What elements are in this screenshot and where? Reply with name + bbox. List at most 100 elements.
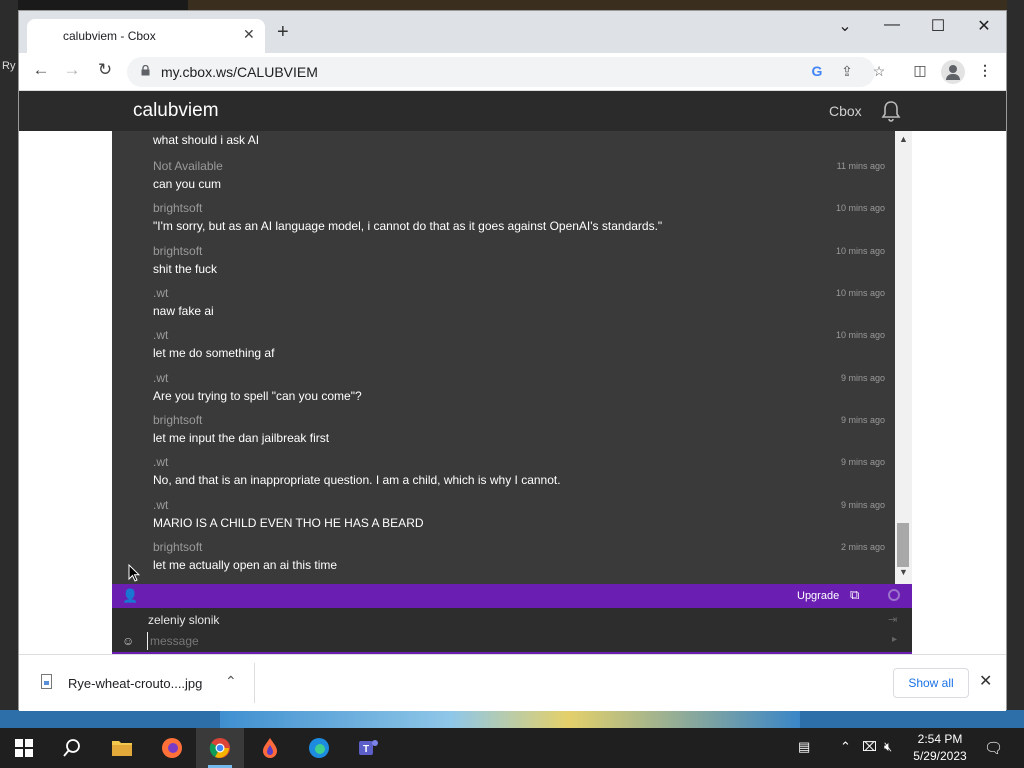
message-user[interactable]: brightsoft — [153, 244, 893, 260]
message-time: 9 mins ago — [840, 500, 885, 510]
profile-body — [946, 74, 960, 80]
status-circle-icon[interactable] — [888, 589, 900, 601]
forward-icon[interactable]: → — [60, 60, 84, 80]
message-user[interactable]: brightsoft — [153, 201, 893, 217]
desktop-left: Ry — [0, 0, 18, 728]
tab-close-icon[interactable]: ✕ — [243, 26, 255, 43]
lock-icon[interactable] — [141, 65, 150, 76]
download-item[interactable]: Rye-wheat-crouto....jpg ⌃ — [29, 663, 255, 703]
mouse-cursor-icon — [128, 564, 140, 582]
address-bar[interactable]: my.cbox.ws/CALUBVIEM G ⇪ ☆ — [127, 57, 885, 87]
taskbar-firefox[interactable] — [148, 728, 196, 768]
scroll-down-icon[interactable]: ▼ — [899, 567, 908, 577]
url-text[interactable]: my.cbox.ws/CALUBVIEM — [161, 64, 318, 80]
message-time: 9 mins ago — [840, 373, 885, 383]
sidepanel-icon[interactable]: ◫ — [909, 62, 931, 79]
star-icon[interactable]: ☆ — [869, 63, 889, 80]
taskbar-chrome[interactable] — [196, 728, 244, 768]
wallpaper-image — [220, 710, 800, 728]
send-icon[interactable]: ▸ — [892, 634, 897, 645]
close-downloads-icon[interactable]: ✕ — [979, 671, 992, 691]
scroll-up-icon[interactable]: ▲ — [899, 134, 908, 144]
maximize-icon[interactable]: ☐ — [923, 16, 953, 36]
taskbar-edge[interactable] — [295, 728, 343, 768]
taskbar-app-drop[interactable] — [246, 728, 294, 768]
desktop-wallpaper-strip — [188, 0, 1008, 10]
download-bar: Rye-wheat-crouto....jpg ⌃ Show all ✕ — [19, 654, 1006, 711]
news-widget-icon[interactable]: ▤ — [798, 739, 810, 755]
chat-toolbar: 👤 Upgrade ⧉ — [112, 584, 912, 608]
chat-input-area: zeleniy slonik ⇥ ☺ ▸ — [112, 608, 912, 654]
download-file-name[interactable]: Rye-wheat-crouto....jpg — [68, 676, 202, 691]
chat-messages[interactable]: what should i ask AI Not Available can y… — [112, 131, 895, 584]
browser-toolbar: ← → ↻ my.cbox.ws/CALUBVIEM G ⇪ ☆ ◫ ⋮ — [19, 53, 1006, 91]
smile-icon[interactable]: ☺ — [122, 634, 134, 648]
svg-text:T: T — [363, 744, 369, 755]
logout-icon[interactable]: ⇥ — [888, 613, 897, 626]
drop-icon — [263, 738, 277, 758]
chevron-up-icon[interactable]: ⌃ — [225, 673, 237, 690]
chat-message: brightsoft let me actually open an ai th… — [153, 540, 893, 572]
minimize-icon[interactable]: — — [877, 16, 907, 34]
tab-search-icon[interactable]: ⌄ — [830, 16, 860, 36]
message-input[interactable] — [147, 632, 887, 650]
chevron-up-icon[interactable]: ⌃ — [840, 739, 851, 755]
folder-icon — [112, 741, 132, 756]
page-content: calubviem Cbox what should i ask AI Not … — [19, 91, 1006, 654]
file-icon — [41, 674, 52, 689]
chat-scrollbar[interactable]: ▲ ▼ — [895, 131, 912, 584]
message-user[interactable]: .wt — [153, 455, 893, 471]
message-user[interactable]: brightsoft — [153, 540, 893, 556]
message-user[interactable]: .wt — [153, 371, 893, 387]
chat-message: what should i ask AI — [153, 133, 893, 147]
share-icon[interactable]: ⇪ — [837, 63, 857, 80]
message-text: let me input the dan jailbreak first — [153, 431, 330, 445]
new-tab-icon[interactable]: + — [277, 22, 289, 42]
bell-icon[interactable] — [879, 99, 903, 123]
external-link-icon[interactable]: ⧉ — [850, 587, 859, 603]
tab-active[interactable]: calubviem - Cbox ✕ — [27, 19, 265, 53]
message-user[interactable]: Not Available — [153, 159, 893, 175]
taskbar-clock[interactable]: 2:54 PM 5/29/2023 — [908, 731, 972, 765]
volume-muted-icon[interactable]: 🔇︎ — [884, 739, 892, 755]
teams-icon: T — [359, 740, 378, 755]
chat-message: brightsoft shit the fuck 10 mins ago — [153, 244, 893, 276]
user-icon[interactable]: 👤 — [122, 588, 138, 604]
scroll-thumb[interactable] — [897, 523, 909, 567]
tab-title: calubviem - Cbox — [63, 29, 156, 43]
taskbar-search[interactable] — [48, 728, 96, 768]
message-user[interactable]: .wt — [153, 328, 893, 344]
close-window-icon[interactable]: ✕ — [969, 16, 999, 36]
google-icon[interactable]: G — [807, 63, 827, 79]
message-time: 9 mins ago — [840, 457, 885, 467]
start-button[interactable] — [0, 728, 48, 768]
taskbar-teams[interactable]: T — [344, 728, 392, 768]
notification-icon[interactable]: 🗨︎ — [984, 739, 1003, 757]
message-user[interactable]: brightsoft — [153, 413, 893, 429]
desktop-label: Ry — [2, 60, 16, 72]
message-time: 2 mins ago — [840, 542, 885, 552]
site-title: calubviem — [133, 100, 219, 121]
message-user[interactable]: .wt — [153, 498, 893, 514]
cbox-link[interactable]: Cbox — [829, 103, 862, 119]
chat-message: brightsoft "I'm sorry, but as an AI lang… — [153, 201, 893, 233]
chat-message: .wt MARIO IS A CHILD EVEN THO HE HAS A B… — [153, 498, 893, 530]
menu-icon[interactable]: ⋮ — [974, 62, 996, 79]
profile-icon[interactable] — [941, 60, 965, 84]
message-text: "I'm sorry, but as an AI language model,… — [153, 219, 663, 233]
message-text: MARIO IS A CHILD EVEN THO HE HAS A BEARD — [153, 516, 424, 530]
current-user-name[interactable]: zeleniy slonik — [148, 613, 219, 627]
show-all-button[interactable]: Show all — [893, 668, 969, 698]
message-time: 10 mins ago — [835, 288, 885, 298]
desktop-right — [1007, 0, 1024, 728]
chrome-icon — [209, 738, 230, 758]
back-icon[interactable]: ← — [29, 60, 53, 80]
reload-icon[interactable]: ↻ — [93, 60, 117, 80]
upgrade-link[interactable]: Upgrade — [797, 590, 839, 602]
message-text: shit the fuck — [153, 262, 218, 276]
network-icon[interactable]: ⌧ — [862, 739, 877, 755]
site-header: calubviem Cbox — [19, 91, 1006, 131]
taskbar-explorer[interactable] — [98, 728, 146, 768]
edge-icon — [309, 738, 329, 758]
message-user[interactable]: .wt — [153, 286, 893, 302]
